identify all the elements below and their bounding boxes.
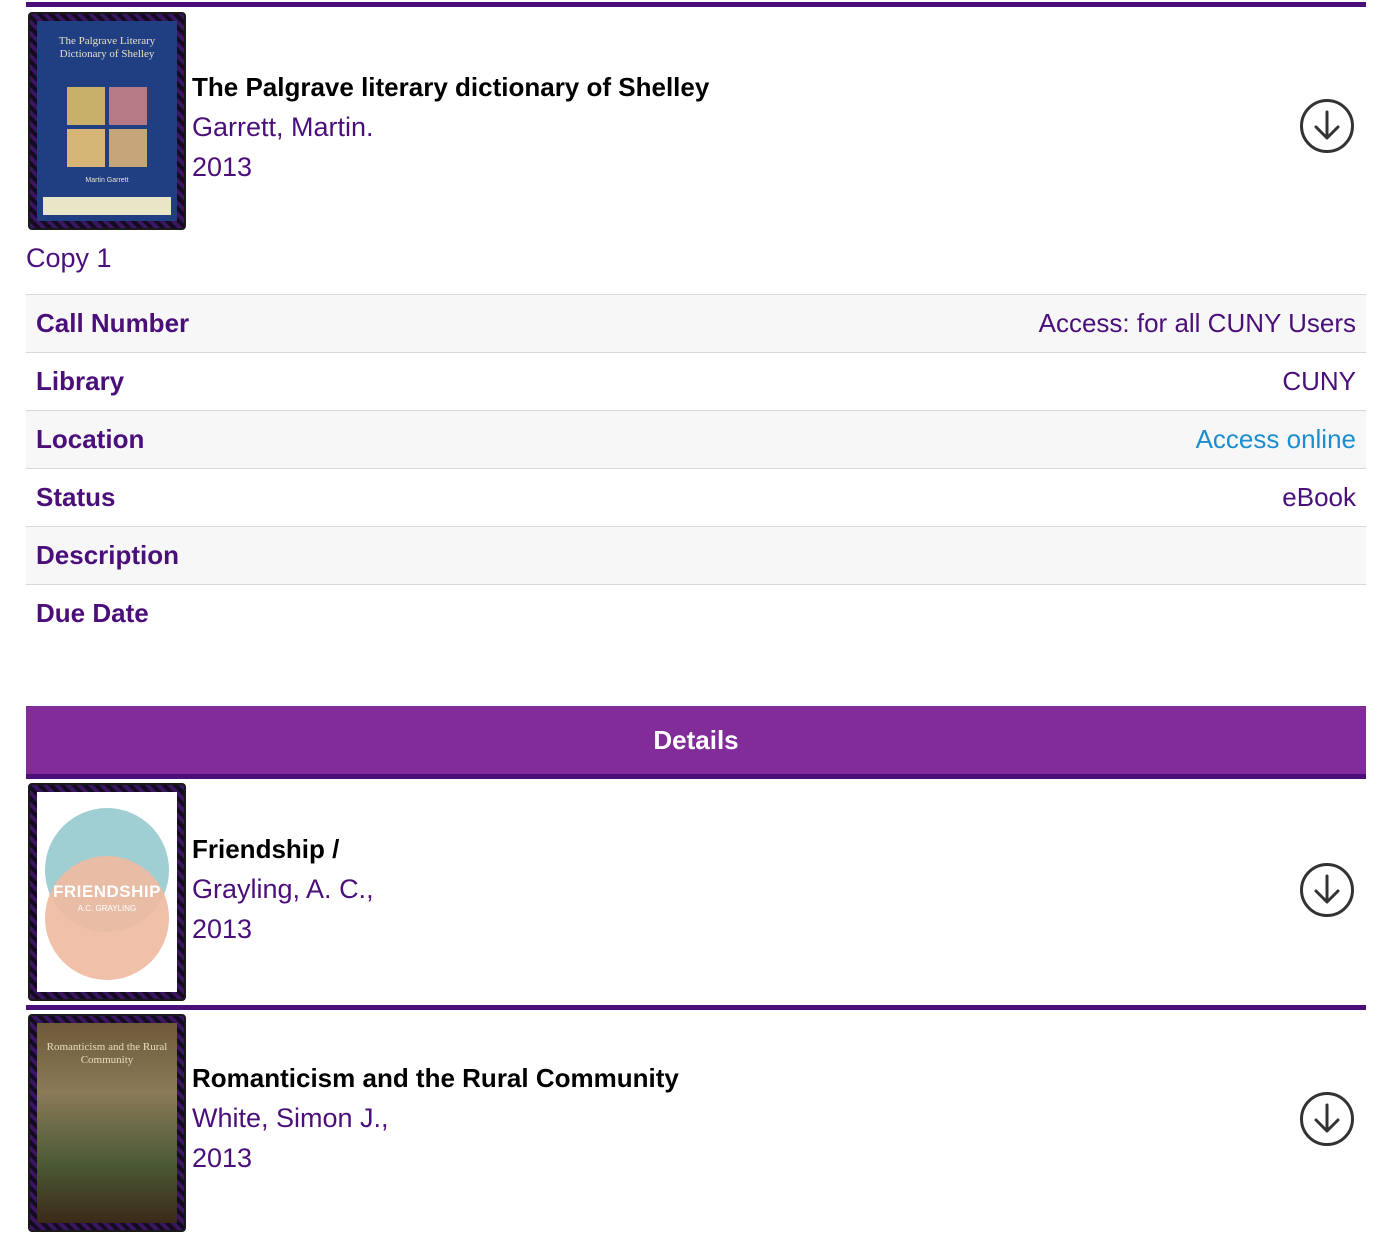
- library-value: CUNY: [480, 352, 1366, 411]
- holdings-table: Call Number Access: for all CUNY Users L…: [26, 294, 1366, 642]
- status-label: Status: [26, 468, 481, 527]
- record-meta: The Palgrave literary dictionary of Shel…: [192, 67, 709, 187]
- cover-portrait: [109, 87, 147, 125]
- table-row: Library CUNY: [26, 352, 1366, 411]
- table-row: Call Number Access: for all CUNY Users: [26, 294, 1366, 353]
- copy-label: Copy 1: [26, 243, 112, 273]
- book-cover[interactable]: The Palgrave Literary Dictionary of Shel…: [28, 12, 186, 230]
- due-date-label: Due Date: [26, 584, 481, 642]
- call-number-value: Access: for all CUNY Users: [480, 294, 1366, 353]
- record-meta: Romanticism and the Rural Community Whit…: [192, 1058, 679, 1178]
- record-author[interactable]: Grayling, A. C.,: [192, 869, 374, 909]
- description-value: [480, 526, 1366, 585]
- list-item[interactable]: Romanticism and the Rural Community Roma…: [26, 1010, 1366, 1236]
- status-value: eBook: [480, 468, 1366, 527]
- book-cover[interactable]: FRIENDSHIP A.C. GRAYLING: [28, 783, 186, 1001]
- cover-title: The Palgrave Literary Dictionary of Shel…: [58, 35, 156, 60]
- book-cover[interactable]: Romanticism and the Rural Community: [28, 1014, 186, 1232]
- cover-title: FRIENDSHIP: [53, 882, 161, 901]
- cover-portrait: [67, 87, 105, 125]
- cover-author: Martin Garrett: [85, 177, 129, 184]
- cover-title: Romanticism and the Rural Community: [46, 1041, 168, 1066]
- record-title[interactable]: Romanticism and the Rural Community: [192, 1058, 679, 1098]
- download-circle-icon[interactable]: [1300, 863, 1354, 917]
- access-online-link[interactable]: Access online: [480, 410, 1366, 469]
- table-row: Description: [26, 526, 1366, 585]
- record-author[interactable]: White, Simon J.,: [192, 1098, 679, 1138]
- cover-band: [43, 197, 171, 215]
- due-date-value: [480, 584, 1366, 642]
- record-meta: Friendship / Grayling, A. C., 2013: [192, 829, 374, 949]
- download-circle-icon[interactable]: [1300, 1092, 1354, 1146]
- download-circle-icon[interactable]: [1300, 99, 1354, 153]
- record-year: 2013: [192, 1143, 253, 1173]
- record-year: 2013: [192, 152, 253, 182]
- table-row: Location Access online: [26, 410, 1366, 469]
- call-number-label: Call Number: [26, 294, 481, 353]
- list-item[interactable]: The Palgrave Literary Dictionary of Shel…: [26, 7, 1366, 233]
- cover-portrait: [67, 129, 105, 167]
- record-author[interactable]: Garrett, Martin.: [192, 107, 709, 147]
- cover-author: A.C. GRAYLING: [77, 904, 137, 913]
- table-row: Status eBook: [26, 468, 1366, 527]
- record-title[interactable]: The Palgrave literary dictionary of Shel…: [192, 67, 709, 107]
- record-title[interactable]: Friendship /: [192, 829, 374, 869]
- table-row: Due Date: [26, 584, 1366, 642]
- results-list: The Palgrave Literary Dictionary of Shel…: [26, 0, 1366, 1236]
- record-year: 2013: [192, 914, 253, 944]
- list-item[interactable]: FRIENDSHIP A.C. GRAYLING Friendship / Gr…: [26, 779, 1366, 1005]
- details-button[interactable]: Details: [26, 706, 1366, 779]
- description-label: Description: [26, 526, 481, 585]
- cover-portrait: [109, 129, 147, 167]
- library-label: Library: [26, 352, 481, 411]
- cover-circle: [45, 856, 169, 980]
- location-label: Location: [26, 410, 481, 469]
